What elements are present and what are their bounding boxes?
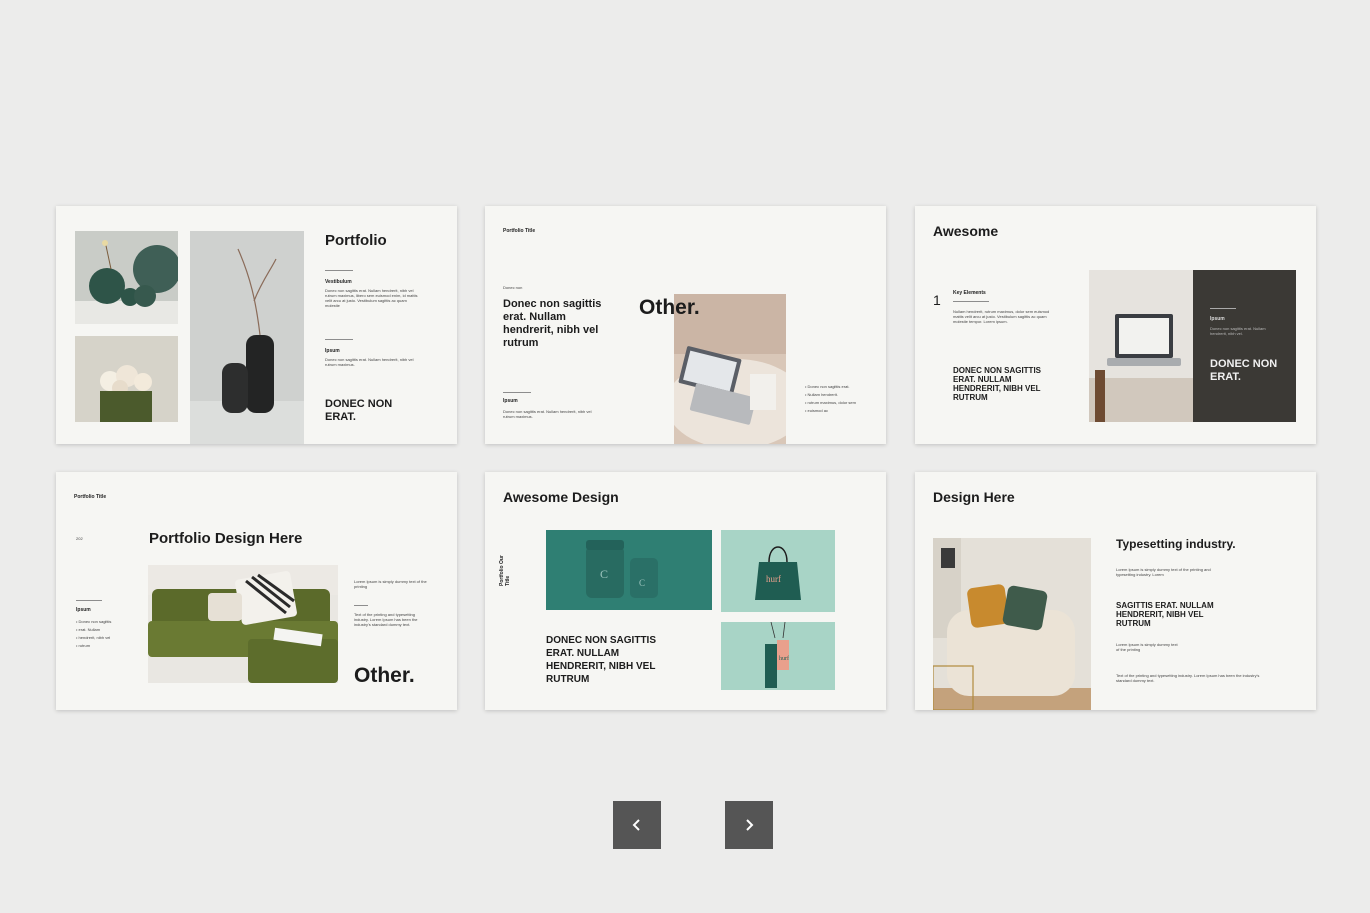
headline: SAGITTIS ERAT. NULLAM HENDRERIT, NIBH VE… [1116, 601, 1214, 628]
panel-label: Ipsum [1210, 316, 1225, 322]
subtitle: Typesetting industry. [1116, 537, 1236, 551]
key-label: Key Elements [953, 290, 986, 296]
list-item: euismod ac [805, 407, 875, 415]
slide-title: Portfolio Design Here [149, 530, 303, 547]
next-slide-button[interactable] [725, 801, 773, 849]
key-body: Nullam hendrerit, rutrum maximus, dolor … [953, 309, 1050, 324]
big-word: Other. [354, 664, 415, 687]
bag-brand: hurf [766, 574, 781, 584]
headline: DONEC NON SAGITTIS ERAT. NULLAM HENDRERI… [546, 635, 657, 685]
text-block: Text of the printing and typesetting ind… [354, 612, 418, 627]
desk-photo [1089, 270, 1193, 422]
slide-portfolio[interactable]: Portfolio Vestibulum Donec non sagittis … [56, 206, 457, 444]
slide-portfolio-design[interactable]: Portfolio Title 202 Portfolio Design Her… [56, 472, 457, 710]
slide-awesome[interactable]: Awesome 1 Key Elements Nullam hendrerit,… [915, 206, 1316, 444]
list-item: Donec non sagittis [76, 618, 136, 626]
chevron-left-icon [632, 819, 640, 831]
number: 1 [933, 292, 941, 308]
list-item: Donec non sagittis erat. [805, 383, 875, 391]
chevron-right-icon [746, 819, 754, 831]
black-vases-photo [190, 231, 304, 444]
label-body: Donec non sagittis erat. Nullam hendreri… [503, 409, 592, 419]
text-block: Lorem Ipsum is simply dummy text of the … [354, 579, 427, 589]
armchair-photo [933, 538, 1091, 710]
label: Ipsum [503, 398, 518, 404]
list-item: erat. Nullam [76, 626, 136, 634]
slide-title: Awesome [933, 223, 999, 239]
jars-photo: C C [546, 530, 712, 610]
shopping-bag-photo: hurf [721, 530, 835, 612]
panel-headline: DONEC NON ERAT. [1210, 358, 1278, 383]
big-word: Other. [639, 296, 700, 319]
tags-photo: hurf [721, 622, 835, 690]
body-title: Donec non sagittis erat. Nullam hendreri… [503, 298, 602, 349]
side-label: Portfolio Our Title [499, 555, 511, 586]
slide-title: Awesome Design [503, 489, 619, 505]
small-title: Portfolio Title [74, 494, 107, 500]
label: Ipsum [76, 607, 91, 613]
bullet-list: Donec non sagittis erat. Nullam hendreri… [805, 383, 875, 415]
prev-slide-button[interactable] [613, 801, 661, 849]
svg-text:C: C [639, 578, 645, 588]
list-item: Nullam hendrerit. [805, 391, 875, 399]
section-label: Vestibulum [325, 279, 352, 285]
sofa-photo [148, 565, 338, 683]
vases-photo [75, 231, 178, 324]
small-title: Portfolio Title [503, 228, 536, 234]
panel-body: Donec non sagittis erat. Nullam hendreri… [1210, 326, 1266, 336]
body-text: Lorem Ipsum is simply dummy text of the … [1116, 567, 1211, 577]
bullet-list: Donec non sagittis erat. Nullam hendreri… [76, 618, 136, 650]
list-item: hendrerit, nibh vel [76, 634, 136, 642]
kicker: Donec non [503, 285, 523, 290]
jar-letter: C [600, 567, 608, 581]
slide-design-here[interactable]: Design Here Typesetting industry. Lorem … [915, 472, 1316, 710]
slide-awesome-design[interactable]: Awesome Design Portfolio Our Title C C h… [485, 472, 886, 710]
body-text: Lorem Ipsum is simply dummy text of the … [1116, 642, 1178, 652]
section-label: Ipsum [325, 348, 340, 354]
number: 202 [76, 536, 83, 541]
headline: DONEC NON ERAT. [325, 398, 393, 423]
flowers-photo [75, 336, 178, 422]
section-body: Donec non sagittis erat. Nullam hendreri… [325, 288, 418, 308]
body-text: Text of the printing and typesetting ind… [1116, 673, 1260, 683]
dark-panel: Ipsum Donec non sagittis erat. Nullam he… [1193, 270, 1296, 422]
slide-other[interactable]: Portfolio Title Donec non Donec non sagi… [485, 206, 886, 444]
headline: DONEC NON SAGITTIS ERAT. NULLAM HENDRERI… [953, 366, 1042, 402]
slide-title: Design Here [933, 489, 1015, 505]
list-item: rutrum maximus, dolor sem [805, 399, 875, 407]
section-body: Donec non sagittis erat. Nullam hendreri… [325, 357, 414, 367]
tag-brand: hurf [779, 655, 789, 662]
list-item: rutrum [76, 642, 136, 650]
slide-title: Portfolio [325, 232, 387, 249]
